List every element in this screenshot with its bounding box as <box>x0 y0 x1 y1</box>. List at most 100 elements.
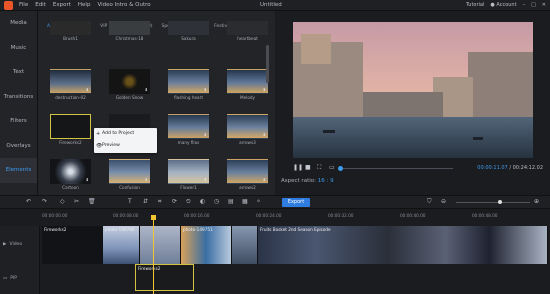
element-label: many filos <box>177 140 200 145</box>
redo-icon[interactable]: ↷ <box>42 198 47 205</box>
crop-icon[interactable]: ⌗ <box>158 198 161 206</box>
timeline-clip[interactable] <box>232 226 258 264</box>
element-item[interactable]: ⬇ flashing heart <box>168 69 209 100</box>
timeline-clip[interactable]: Fruits Basket 2nd Season Episode <box>258 226 548 264</box>
element-item[interactable]: ⬇ Melody <box>227 69 268 100</box>
nav-media[interactable]: Media <box>0 11 37 36</box>
rotate-icon[interactable]: ⟳ <box>172 198 177 205</box>
element-item[interactable]: ⬇ Golden Snow <box>109 69 150 100</box>
nav-music[interactable]: Music <box>0 36 37 61</box>
speed-icon[interactable]: ⏲ <box>186 198 191 206</box>
clip-name: Fruits Basket 2nd Season Episode <box>260 227 331 232</box>
menu-edit[interactable]: Edit <box>35 1 46 10</box>
element-label: Fireworks2 <box>59 140 82 145</box>
download-icon[interactable]: ⬇ <box>204 87 207 92</box>
duration-icon[interactable]: ◷ <box>214 198 219 205</box>
element-item[interactable]: Fireworks2 <box>50 114 91 145</box>
nav-elements[interactable]: Elements <box>0 158 37 183</box>
text-icon[interactable]: T <box>128 198 132 205</box>
nav-transitions[interactable]: Transitions <box>0 85 37 110</box>
menu-help[interactable]: Help <box>78 1 91 10</box>
menu-video-intro[interactable]: Video Intro & Outro <box>97 1 150 10</box>
element-item[interactable]: ⬇ Flower1 <box>168 159 209 190</box>
menu-file[interactable]: File <box>19 1 28 10</box>
align-icon[interactable]: ⇵ <box>143 198 148 205</box>
clip-name: Fireworks2 <box>44 227 67 232</box>
title-bar: File Edit Export Help Video Intro & Outr… <box>0 0 550 11</box>
element-item[interactable]: ⬇ many filos <box>168 114 209 145</box>
zoom-in-icon[interactable]: ⊕ <box>534 198 539 205</box>
nav-overlays[interactable]: Overlays <box>0 134 37 159</box>
library-scrollbar[interactable] <box>266 45 269 83</box>
context-add-to-project[interactable]: + Add to Project <box>94 128 157 140</box>
context-preview[interactable]: 👁 Preview <box>94 140 157 152</box>
nav-text[interactable]: Text <box>0 60 37 85</box>
download-icon[interactable]: ⬇ <box>263 177 266 182</box>
download-icon[interactable]: ⬇ <box>204 132 207 137</box>
element-item[interactable]: ⬇ destruction-02 <box>50 69 91 100</box>
zoom-slider-handle[interactable] <box>498 200 502 204</box>
download-icon[interactable]: ⬇ <box>86 177 89 182</box>
pip-track-header[interactable]: ▭ PIP <box>0 262 40 294</box>
export-button[interactable]: Export <box>282 198 310 207</box>
delete-icon[interactable]: 🗑 <box>88 198 96 205</box>
download-icon[interactable]: ⬇ <box>204 177 207 182</box>
current-time: 00:00:11.07 <box>477 165 508 171</box>
stop-icon[interactable]: ■ <box>305 164 311 171</box>
element-item[interactable]: ⬇ Cartoon <box>50 159 91 190</box>
clip-name: photo-149751 <box>183 227 213 232</box>
clip-name: photo-150766 <box>105 227 135 232</box>
account-menu[interactable]: ● Account <box>490 1 516 10</box>
minimize-icon[interactable]: – <box>523 1 526 10</box>
video-track-header[interactable]: ▶ Video <box>0 226 40 262</box>
download-icon[interactable]: ⬇ <box>263 87 266 92</box>
timeline-clip[interactable]: Fireworks2 <box>42 226 103 264</box>
pip-clip[interactable]: Fireworks2 <box>135 264 194 291</box>
download-icon[interactable]: ⬇ <box>145 177 148 182</box>
timeline-clip[interactable]: photo-149751 <box>181 226 232 264</box>
download-icon[interactable]: ⬇ <box>86 87 89 92</box>
download-icon[interactable]: ⬇ <box>145 87 148 92</box>
zoom-slider[interactable] <box>456 202 530 203</box>
aspect-ratio-value[interactable]: 16 : 9 <box>318 178 334 184</box>
shield-icon[interactable]: ⛉ <box>427 198 432 206</box>
undo-icon[interactable]: ↶ <box>26 198 31 205</box>
fullscreen-icon[interactable]: ⛶ <box>317 164 321 172</box>
timeline-clip[interactable] <box>140 226 181 264</box>
record-icon[interactable]: ⚬ <box>256 198 261 205</box>
playback-progress-handle[interactable] <box>338 166 343 171</box>
playhead[interactable] <box>153 218 154 294</box>
element-label: Sakura <box>181 36 196 41</box>
playback-progress-bar[interactable] <box>343 168 453 169</box>
cut-icon[interactable]: ✂ <box>74 198 79 205</box>
element-item[interactable]: ⬇ arrows3 <box>227 114 268 145</box>
element-item[interactable]: Brush1 <box>50 21 91 41</box>
preview-video[interactable] <box>293 22 533 158</box>
mosaic-icon[interactable]: ▦ <box>242 198 248 205</box>
element-thumbnail: ⬇ <box>109 69 150 94</box>
nav-filters[interactable]: Filters <box>0 109 37 134</box>
element-item[interactable]: Sakura <box>168 21 209 41</box>
color-icon[interactable]: ◐ <box>200 198 205 205</box>
menu-export[interactable]: Export <box>53 1 71 10</box>
element-label: flashing heart <box>173 95 203 100</box>
timeline-ruler[interactable]: 00:00:00.00 00:00:08.00 00:00:16.00 00:0… <box>40 209 550 223</box>
snapshot-icon[interactable]: ▭ <box>329 164 335 171</box>
element-item[interactable]: ⬇ arrows2 <box>227 159 268 190</box>
zoom-out-icon[interactable]: ⊖ <box>441 198 446 205</box>
ruler-tick: 00:00:40.00 <box>400 213 426 218</box>
tutorial-link[interactable]: Tutorial <box>466 1 484 10</box>
timeline-clip[interactable]: photo-150766 <box>103 226 140 264</box>
element-item[interactable]: ⬇ Confusion <box>109 159 150 190</box>
element-item[interactable]: heartbeat <box>227 21 268 41</box>
maximize-icon[interactable]: □ <box>531 1 536 10</box>
pause-icon[interactable]: ❚❚ <box>293 164 303 171</box>
freeze-icon[interactable]: ▤ <box>228 198 234 205</box>
element-item[interactable]: Christmas-18 <box>109 21 150 41</box>
split-icon[interactable]: ◇ <box>60 198 65 205</box>
ruler-tick: 00:00:32.00 <box>328 213 354 218</box>
element-label: arrows2 <box>239 185 256 190</box>
download-icon[interactable]: ⬇ <box>263 132 266 137</box>
close-icon[interactable]: ✕ <box>542 1 546 10</box>
video-track-label: Video <box>9 241 23 247</box>
